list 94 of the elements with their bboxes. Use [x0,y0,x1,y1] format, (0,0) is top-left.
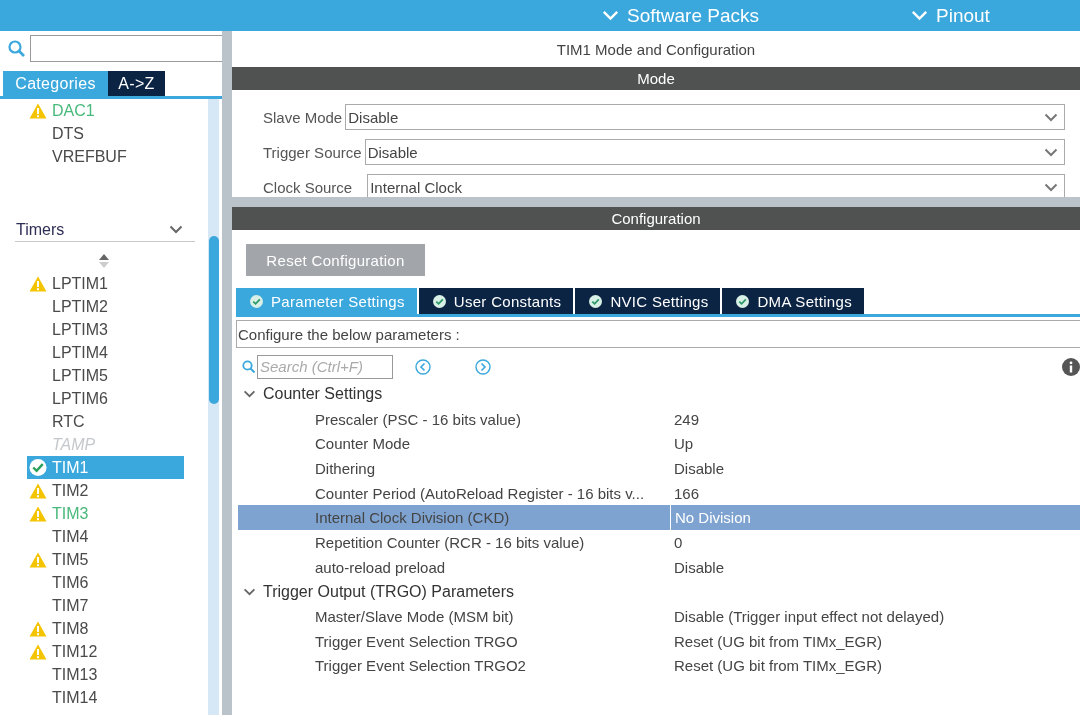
warning-icon [29,482,47,499]
check-icon [250,294,263,308]
warning-icon [29,275,47,292]
parameter-name: Prescaler (PSC - 16 bits value) [314,410,522,428]
parameter-row[interactable]: Master/Slave Mode (MSM bit) Disable (Trigger input effect not delayed) [238,604,1080,629]
parameter-value: Disable [673,557,726,578]
parameter-name: Repetition Counter (RCR - 16 bits value) [314,533,586,551]
sidebar-item[interactable]: TIM2 [27,479,184,502]
chevron-down-icon [911,10,928,21]
sidebar-item[interactable]: LPTIM1 [27,272,184,295]
scrollbar-track[interactable] [208,99,219,715]
parameter-name: Master/Slave Mode (MSM bit) [314,608,515,626]
sidebar-item[interactable]: TIM13 [27,663,184,686]
check-icon [29,458,47,477]
chevron-down-icon [243,390,256,399]
parameter-row[interactable]: auto-reload preload Disable [238,554,1080,580]
info-icon[interactable] [1062,357,1080,376]
chevron-down-icon [243,587,256,596]
sidebar-item[interactable]: DTS [27,122,184,145]
parameter-row[interactable]: Prescaler (PSC - 16 bits value) 249 [238,406,1080,432]
section-header: Mode [232,67,1080,90]
chevron-down-icon [1044,112,1058,122]
parameter-name: Counter Period (AutoReload Register - 16 bits v... [314,484,646,502]
previous-icon[interactable] [415,358,431,375]
sidebar-item[interactable]: LPTIM2 [27,295,184,318]
parameter-name: auto-reload preload [314,558,447,576]
parameter-name: Internal Clock Division (CKD) [314,509,511,527]
settings-tab[interactable]: NVIC Settings [575,288,721,314]
parameter-row[interactable]: Internal Clock Division (CKD) No Division [238,505,1080,531]
settings-tab[interactable]: User Constants [418,288,574,314]
search-icon [8,40,25,57]
sidebar-item[interactable]: TIM4 [27,525,184,548]
warning-icon [29,102,47,119]
warning-icon [29,643,47,660]
parameter-value: Up [673,434,695,455]
chevron-down-icon [1044,182,1058,192]
search-field[interactable]: Search (Ctrl+F) [257,354,393,379]
sidebar-tab[interactable]: A->Z [108,71,165,96]
parameter-name: Counter Mode [314,435,412,453]
sidebar-item[interactable]: TIM6 [27,571,184,594]
parameter-name: Dithering [314,459,377,477]
sidebar-item[interactable]: VREFBUF [27,145,184,168]
section-header: Configuration [232,207,1080,230]
scroll-arrows-icon[interactable] [99,254,109,268]
parameter-value: No Division [670,505,1080,531]
parameter-value: 0 [673,532,684,553]
field-label: Clock Source [263,178,353,196]
parameter-value: Reset (UG bit from TIMx_EGR) [673,631,884,652]
parameter-row[interactable]: Trigger Event Selection TRGO2 Reset (UG bit from TIMx_EGR) [238,653,1080,679]
parameter-value: 249 [673,409,701,430]
search-field[interactable] [30,35,222,62]
parameter-row[interactable]: Counter Period (AutoReload Register - 16 bits v... 166 [238,480,1080,506]
settings-tab[interactable]: DMA Settings [722,288,864,314]
hint-bar: Configure the below parameters : [236,320,1080,348]
warning-icon [29,620,47,637]
field-label: Slave Mode [263,108,343,126]
check-icon [736,294,750,308]
panel-title: TIM1 Mode and Configuration [555,39,757,60]
field-label: Trigger Source [263,143,362,161]
scrollbar-thumb[interactable] [209,236,219,404]
sidebar-item[interactable]: LPTIM5 [27,364,184,387]
sidebar-item[interactable]: LPTIM6 [27,387,184,410]
tree-group[interactable]: Counter Settings [236,382,1080,407]
chevron-down-icon [602,10,619,21]
parameter-value: Disable (Trigger input effect not delayed) [673,607,946,628]
sidebar-item[interactable]: TIM8 [27,617,184,640]
sidebar-item[interactable]: TIM14 [27,686,184,709]
warning-icon [29,551,47,568]
sidebar-item[interactable]: LPTIM4 [27,341,184,364]
dropdown[interactable]: Disable [364,139,1065,165]
sidebar-item[interactable]: TIM12 [27,640,184,663]
parameter-value: Reset (UG bit from TIMx_EGR) [673,656,884,677]
search-icon [242,360,255,373]
check-icon [589,294,603,308]
parameter-row[interactable]: Dithering Disable [238,456,1080,481]
sidebar-item[interactable]: RTC [27,410,184,433]
dropdown[interactable]: Disable [345,104,1065,130]
parameter-value: Disable [673,458,726,479]
parameter-row[interactable]: Trigger Event Selection TRGO Reset (UG bit from TIMx_EGR) [238,628,1080,654]
check-icon [432,294,446,308]
sidebar-item[interactable]: TIM5 [27,548,184,571]
chevron-down-icon [1044,147,1058,157]
parameter-value: 166 [673,483,701,504]
parameter-name: Trigger Event Selection TRGO2 [314,657,527,675]
sidebar-item[interactable]: LPTIM3 [27,318,184,341]
next-icon[interactable] [475,358,491,375]
parameter-name: Trigger Event Selection TRGO [314,632,519,650]
category-header[interactable]: Timers [15,218,195,242]
parameter-row[interactable]: Counter Mode Up [238,431,1080,457]
chevron-down-icon [169,225,183,234]
sidebar-item[interactable]: TIM7 [27,594,184,617]
tree-group[interactable]: Trigger Output (TRGO) Parameters [236,579,1080,605]
warning-icon [29,505,47,522]
parameter-row[interactable]: Repetition Counter (RCR - 16 bits value) 0 [238,530,1080,555]
